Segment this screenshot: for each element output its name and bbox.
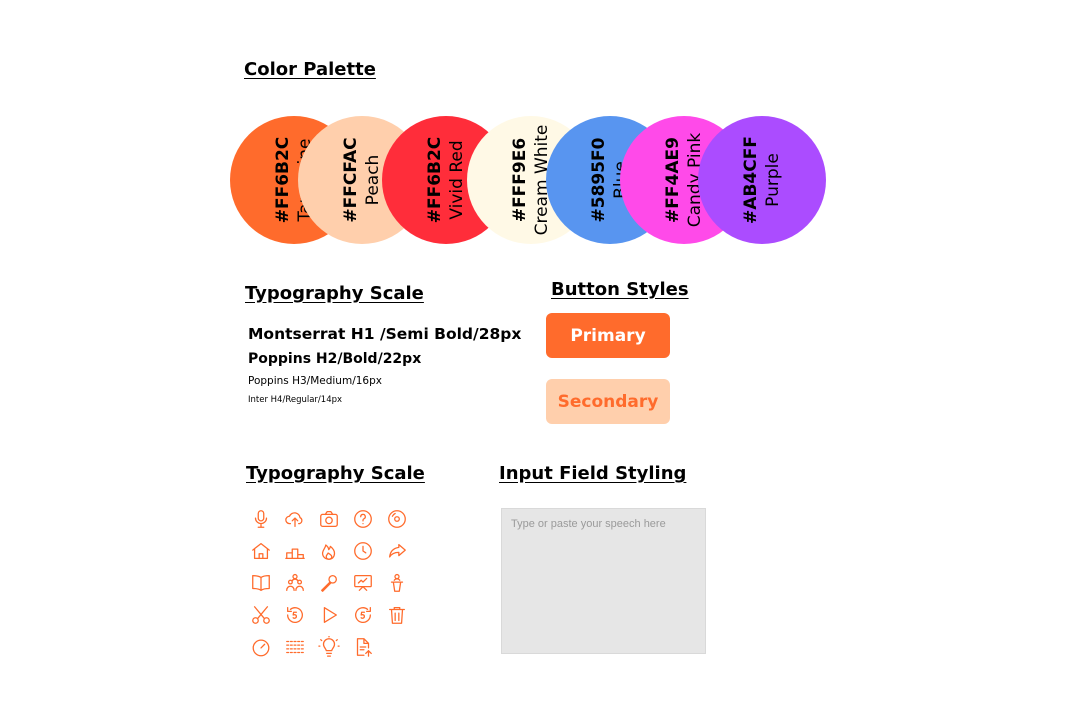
icon-set-title: Typography Scale <box>246 463 425 484</box>
type-sample-h2: Poppins H2/Bold/22px <box>248 351 422 367</box>
color-hex: #FFCFAC <box>341 137 361 223</box>
color-name: Peach <box>363 154 383 206</box>
color-swatch: #AB4CFF Purple <box>698 116 826 244</box>
home-icon <box>244 535 278 567</box>
book-icon <box>244 567 278 599</box>
icon-grid <box>244 503 412 663</box>
document-icon <box>346 631 380 663</box>
input-field-title: Input Field Styling <box>499 463 687 484</box>
cloud-upload-icon <box>278 503 312 535</box>
color-palette-title: Color Palette <box>244 59 376 80</box>
color-hex: #AB4CFF <box>741 136 761 224</box>
forward-5-icon <box>346 599 380 631</box>
color-hex: #FF6B2C <box>273 136 293 224</box>
type-sample-h3: Poppins H3/Medium/16px <box>248 375 382 387</box>
speech-input-field[interactable]: Type or paste your speech here <box>501 508 706 654</box>
type-sample-h1: Montserrat H1 /Semi Bold/28px <box>248 325 522 343</box>
scissors-icon <box>244 599 278 631</box>
camera-icon <box>312 503 346 535</box>
share-icon <box>380 535 414 567</box>
microphone-icon <box>244 503 278 535</box>
fire-icon <box>312 535 346 567</box>
secondary-button[interactable]: Secondary <box>546 379 670 424</box>
typography-scale-title: Typography Scale <box>245 283 424 304</box>
color-hex: #FF4AE9 <box>663 137 683 223</box>
button-styles-title: Button Styles <box>551 279 689 300</box>
keyboard-icon <box>278 631 312 663</box>
play-icon <box>312 599 346 631</box>
gauge-icon <box>244 631 278 663</box>
disc-icon <box>380 503 414 535</box>
type-sample-h4: Inter H4/Regular/14px <box>248 395 343 405</box>
clock-icon <box>346 535 380 567</box>
color-hex: #FF6B2C <box>425 136 445 224</box>
presentation-icon <box>346 567 380 599</box>
podium-icon <box>278 535 312 567</box>
trash-icon <box>380 599 414 631</box>
replay-5-icon <box>278 599 312 631</box>
help-icon <box>346 503 380 535</box>
primary-button[interactable]: Primary <box>546 313 670 358</box>
karaoke-mic-icon <box>312 567 346 599</box>
group-icon <box>278 567 312 599</box>
color-name: Purple <box>763 153 783 207</box>
speaker-podium-icon <box>380 567 414 599</box>
lightbulb-icon <box>312 631 346 663</box>
color-hex: #FFF9E6 <box>510 137 530 223</box>
color-hex: #5895F0 <box>589 137 609 223</box>
color-name: Vivid Red <box>447 140 467 220</box>
